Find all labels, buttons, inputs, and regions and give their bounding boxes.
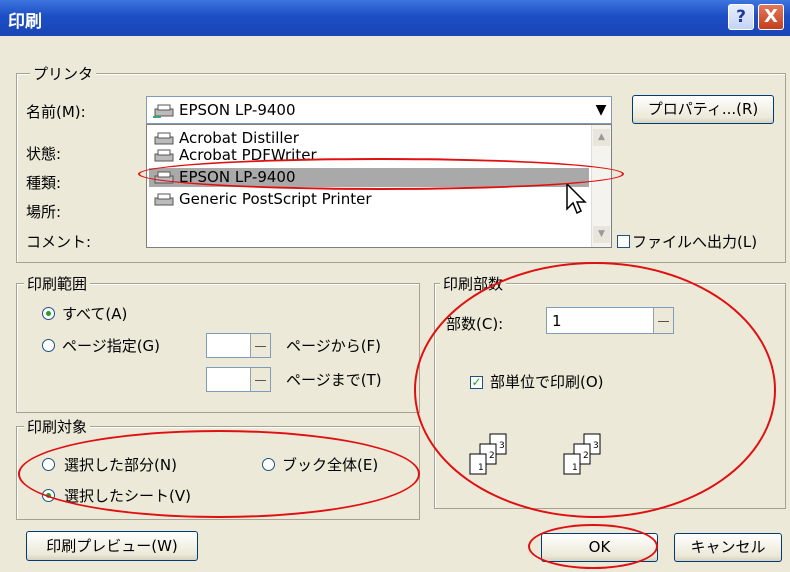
printer-icon (154, 193, 174, 205)
printer-icon (154, 171, 174, 183)
target-book-radio[interactable] (262, 458, 275, 471)
page-to-label: ページまで(T) (286, 371, 382, 389)
svg-text:2: 2 (489, 451, 495, 461)
target-sheets-label: 選択したシート(V) (64, 487, 191, 505)
page-from-label: ページから(F) (286, 337, 382, 355)
range-pages-label: ページ指定(G) (62, 337, 161, 355)
cancel-button[interactable]: キャンセル (674, 533, 782, 562)
location-label: 場所: (26, 203, 62, 221)
printer-icon (154, 149, 174, 161)
svg-text:2: 2 (583, 451, 589, 461)
target-selection-radio[interactable] (42, 458, 55, 471)
target-selection-label: 選択した部分(N) (64, 456, 177, 474)
comment-label: コメント: (26, 233, 92, 251)
scroll-up-icon[interactable]: ▲ (593, 129, 610, 146)
spinner-arrows-icon[interactable] (250, 334, 270, 357)
print-to-file-checkbox[interactable] (617, 235, 630, 248)
printer-icon (154, 132, 174, 144)
close-button[interactable]: X (758, 4, 784, 30)
range-all-radio[interactable] (42, 307, 55, 320)
ok-button[interactable]: OK (541, 533, 658, 562)
properties-button[interactable]: プロパティ...(R) (632, 95, 774, 124)
svg-text:3: 3 (593, 441, 599, 451)
svg-text:1: 1 (478, 463, 484, 473)
collate-pages-icon: 3 2 1 (469, 433, 507, 475)
status-label: 状態: (26, 145, 62, 163)
target-book-label: ブック全体(E) (282, 456, 379, 474)
printer-option[interactable]: Generic PostScript Printer (153, 191, 372, 208)
copies-count-value: 1 (552, 312, 562, 330)
print-range-legend: 印刷範囲 (24, 273, 91, 294)
print-preview-button[interactable]: 印刷プレビュー(W) (26, 531, 198, 561)
printer-option-selected[interactable]: EPSON LP-9400 (153, 169, 296, 186)
printer-option[interactable]: Acrobat PDFWriter (153, 147, 317, 164)
svg-text:3: 3 (499, 441, 505, 451)
printer-dropdown-list[interactable]: Acrobat Distiller Acrobat PDFWriter EPSO… (146, 124, 612, 248)
copies-legend: 印刷部数 (440, 273, 507, 294)
spinner-arrows-icon[interactable] (653, 308, 673, 333)
print-target-legend: 印刷対象 (24, 416, 91, 437)
mouse-cursor-icon (566, 183, 587, 215)
printer-name-label: 名前(M): (26, 103, 86, 121)
printer-name-combo[interactable]: EPSON LP-9400 ▼ (146, 96, 612, 124)
collate-pages-icon: 3 2 1 (563, 433, 601, 475)
copies-count-label: 部数(C): (446, 315, 504, 333)
spinner-arrows-icon[interactable] (250, 368, 270, 391)
list-scrollbar[interactable]: ▲ ▼ (591, 125, 611, 247)
printer-legend: プリンタ (30, 63, 97, 84)
printer-option[interactable]: Acrobat Distiller (153, 130, 299, 147)
collate-label: 部単位で印刷(O) (490, 373, 604, 391)
title-bar: 印刷 ? X (0, 0, 790, 36)
target-sheets-radio[interactable] (42, 489, 55, 502)
chevron-down-icon[interactable]: ▼ (591, 97, 611, 123)
scroll-down-icon[interactable]: ▼ (593, 226, 610, 243)
collate-checkbox[interactable]: ✓ (470, 376, 483, 389)
range-all-label: すべて(A) (62, 305, 128, 323)
page-from-spinner[interactable] (206, 333, 271, 358)
help-button[interactable]: ? (728, 4, 754, 30)
range-pages-radio[interactable] (42, 339, 55, 352)
page-to-spinner[interactable] (206, 367, 271, 392)
dialog-title: 印刷 (8, 12, 42, 32)
printer-combo-value: EPSON LP-9400 (153, 101, 296, 119)
svg-text:1: 1 (572, 463, 578, 473)
print-to-file-label: ファイルへ出力(L) (632, 233, 758, 251)
copies-count-spinner[interactable]: 1 (546, 307, 674, 334)
printer-icon (153, 104, 174, 118)
type-label: 種類: (26, 174, 62, 192)
